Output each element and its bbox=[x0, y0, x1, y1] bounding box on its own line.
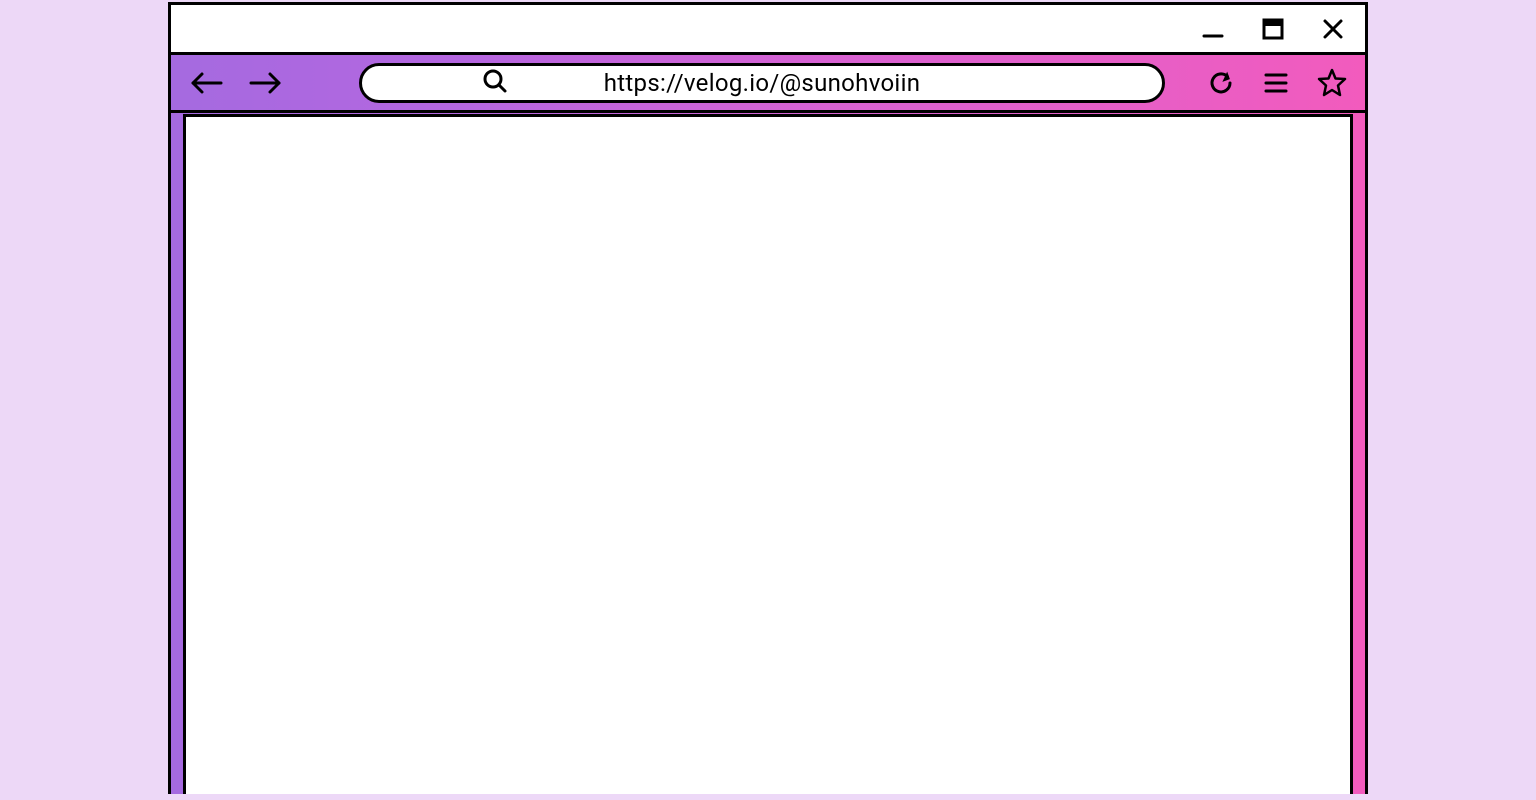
bookmark-button[interactable] bbox=[1317, 68, 1347, 98]
reload-button[interactable] bbox=[1207, 69, 1235, 97]
maximize-icon bbox=[1261, 17, 1285, 41]
close-button[interactable] bbox=[1319, 15, 1347, 43]
browser-window: https://velog.io/@sunohvoiin bbox=[168, 2, 1368, 794]
hamburger-icon bbox=[1263, 71, 1289, 95]
arrow-right-icon bbox=[249, 71, 283, 95]
star-icon bbox=[1317, 68, 1347, 98]
back-button[interactable] bbox=[189, 71, 223, 95]
page-content bbox=[183, 114, 1353, 794]
maximize-button[interactable] bbox=[1259, 15, 1287, 43]
browser-toolbar: https://velog.io/@sunohvoiin bbox=[171, 55, 1365, 113]
content-wrapper bbox=[171, 113, 1365, 794]
address-bar[interactable]: https://velog.io/@sunohvoiin bbox=[359, 63, 1165, 103]
title-bar bbox=[171, 5, 1365, 55]
minimize-icon bbox=[1202, 18, 1224, 40]
nav-arrows bbox=[189, 71, 283, 95]
minimize-button[interactable] bbox=[1199, 15, 1227, 43]
close-icon bbox=[1321, 17, 1345, 41]
search-icon bbox=[482, 68, 508, 98]
reload-icon bbox=[1207, 69, 1235, 97]
forward-button[interactable] bbox=[249, 71, 283, 95]
arrow-left-icon bbox=[189, 71, 223, 95]
right-controls bbox=[1207, 68, 1347, 98]
menu-button[interactable] bbox=[1263, 71, 1289, 95]
